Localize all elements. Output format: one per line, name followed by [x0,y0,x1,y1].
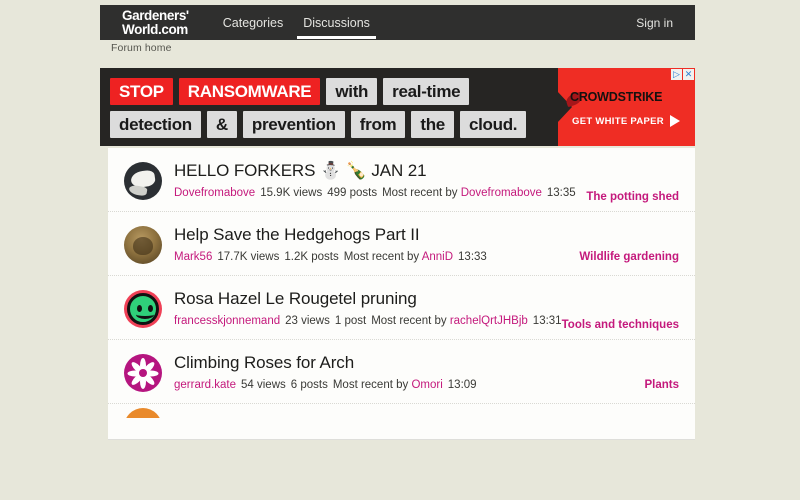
ad-word-from: from [350,111,406,138]
ad-headline-row-2: detection & prevention from the cloud. [110,111,560,138]
discussion-category[interactable]: The potting shed [586,191,679,203]
sign-in-label: Sign in [636,15,673,30]
ad-word-prevention: prevention [242,111,345,138]
discussion-title[interactable]: Climbing Roses for Arch [174,352,679,374]
ad-word-ransomware: RANSOMWARE [178,78,321,105]
most-recent-label: Most recent by [332,379,409,391]
partial-avatar[interactable] [124,408,162,418]
discussion-list: HELLO FORKERS ⛄ 🍾 JAN 21 Dovefromabove 15… [108,148,695,440]
ad-word-cloud: cloud. [459,111,527,138]
ad-word-stop: STOP [110,78,173,105]
ad-word-detection: detection [110,111,201,138]
discussion-posts: 1 post [334,315,367,327]
table-row[interactable]: Rosa Hazel Le Rougetel pruning francessk… [108,276,695,340]
advertisement-banner[interactable]: STOP RANSOMWARE with real-time detection… [100,68,695,146]
discussion-author[interactable]: Dovefromabove [174,187,255,199]
ad-word-with: with [326,78,378,105]
ad-word-realtime: real-time [383,78,470,105]
ad-choices-controls: ▷ ✕ [671,69,694,80]
discussion-views: 15.9K views [260,187,323,199]
table-row[interactable]: HELLO FORKERS ⛄ 🍾 JAN 21 Dovefromabove 15… [108,148,695,212]
ad-headline-row-1: STOP RANSOMWARE with real-time [110,78,560,105]
logo-line-2: World.com [122,21,188,37]
smiley-mouth [136,310,154,319]
hedgehog-avatar[interactable] [124,226,162,264]
sign-in-link[interactable]: Sign in [636,16,673,30]
adchoices-close-icon[interactable]: ✕ [683,69,694,80]
ad-headline: STOP RANSOMWARE with real-time detection… [100,68,560,146]
table-row-partial[interactable] [108,404,695,418]
ad-cta-label[interactable]: GET WHITE PAPER [572,116,664,127]
nav-tab-discussions-label: Discussions [303,15,370,30]
table-row[interactable]: Climbing Roses for Arch gerrard.kate 54 v… [108,340,695,404]
discussion-time: 13:31 [532,315,562,327]
discussion-views: 17.7K views [217,251,280,263]
ad-word-the: the [411,111,454,138]
ad-cta-arrow-icon [670,115,680,127]
adchoices-info-icon[interactable]: ▷ [671,69,682,80]
primary-nav: Categories Discussions [213,5,380,40]
ad-brand-name: CROWDSTRIKE [570,90,663,104]
discussion-category[interactable]: Tools and techniques [562,319,679,331]
discussion-title[interactable]: Help Save the Hedgehogs Part II [174,224,679,246]
smiley-face-shape [127,293,159,325]
most-recent-label: Most recent by [343,251,420,263]
discussion-author[interactable]: francesskjonnemand [174,315,280,327]
breadcrumb[interactable]: Forum home [111,42,172,54]
forum-page: Gardeners' World.com Categories Discussi… [0,0,800,500]
discussion-title[interactable]: HELLO FORKERS ⛄ 🍾 JAN 21 [174,160,679,182]
most-recent-user[interactable]: Omori [411,379,442,391]
most-recent-user[interactable]: Dovefromabove [461,187,542,199]
discussion-category[interactable]: Wildlife gardening [579,251,679,263]
nav-tab-categories-label: Categories [222,15,284,30]
site-header: Gardeners' World.com Categories Discussi… [100,5,695,40]
discussion-views: 54 views [241,379,286,391]
discussion-posts: 499 posts [327,187,378,199]
discussion-title[interactable]: Rosa Hazel Le Rougetel pruning [174,288,679,310]
discussion-body: Climbing Roses for Arch gerrard.kate 54 v… [174,352,679,393]
table-row[interactable]: Help Save the Hedgehogs Part II Mark56 17… [108,212,695,276]
most-recent-user[interactable]: AnniD [422,251,453,263]
discussion-posts: 1.2K posts [284,251,339,263]
discussion-time: 13:35 [546,187,576,199]
most-recent-label: Most recent by [371,315,447,327]
discussion-views: 23 views [285,315,330,327]
breadcrumb-forum-home: Forum home [111,42,172,54]
most-recent-user[interactable]: rachelQrtJHBjb [450,315,528,327]
ad-word-ampersand: & [206,111,237,138]
logo-line-1: Gardeners' [122,8,189,23]
most-recent-label: Most recent by [382,187,458,199]
site-logo[interactable]: Gardeners' World.com [122,9,189,36]
flower-avatar[interactable] [124,354,162,392]
discussion-posts: 6 posts [290,379,328,391]
discussion-time: 13:09 [447,379,477,391]
discussion-time: 13:33 [458,251,487,263]
smiley-avatar[interactable] [124,290,162,328]
flower-core [139,369,147,377]
nav-tab-discussions[interactable]: Discussions [293,5,380,40]
discussion-author[interactable]: Mark56 [174,251,212,263]
dove-avatar[interactable] [124,162,162,200]
discussion-category[interactable]: Plants [644,379,679,391]
discussion-meta: gerrard.kate 54 views 6 posts Most recent b… [174,378,679,393]
discussion-author[interactable]: gerrard.kate [174,379,236,391]
nav-tab-categories[interactable]: Categories [213,5,293,40]
